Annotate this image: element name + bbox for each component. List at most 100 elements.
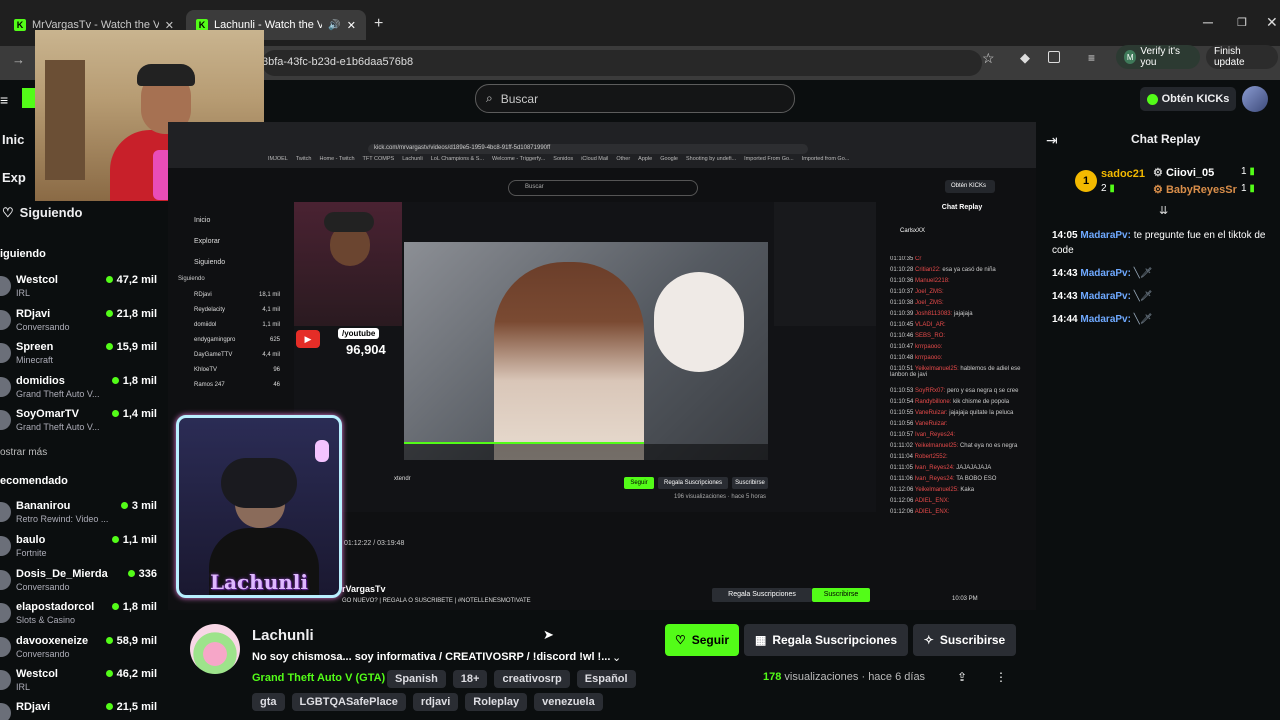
inner-browser-chrome: kick.com/mrvargastv/videos/d189e5-1959-4… [168,122,1036,156]
webcam-hair [221,458,297,508]
chat-time: 01:10:39 [890,311,914,317]
heart-icon: ♡ [674,633,686,647]
video-player[interactable]: kick.com/mrvargastv/videos/d189e5-1959-4… [168,122,1036,610]
more-options-icon[interactable]: ⋮ [995,670,1007,684]
chat-user: Yeikelmanuel25: [914,443,959,449]
tag[interactable]: venezuela [534,693,603,711]
gift-subs-button[interactable]: ▦ Regala Suscripciones [744,624,908,656]
tag[interactable]: Spanish [387,670,446,688]
kick-logo[interactable] [22,88,36,108]
inner-chat-line: 01:10:51 Yeikelmanuel25: hablemos de adi… [890,366,1034,388]
menu-icon[interactable]: ≡ [0,92,8,108]
inner-following-heading: Siguiendo [178,276,205,282]
extension-diamond-icon[interactable]: ◆ [1020,50,1030,66]
inner-title: GO NUEVO? | REGALA O SUSCRIBETE | #NOTEL… [342,598,531,604]
finish-update-button[interactable]: Finish update [1206,45,1278,69]
url-field[interactable]: 3bfa-43fc-b23d-e1b6daa576b8 [262,50,982,76]
viewer-count-value: 1,4 mil [122,408,157,420]
channel-category: IRL [16,682,31,692]
close-window-icon[interactable]: ✕ [1266,14,1278,31]
chat-user[interactable]: MadaraPv: [1080,230,1131,241]
chevron-down-icon[interactable]: ⌄ [612,651,621,664]
bookmark: Twitch [295,156,312,162]
sidebar-item-domidios[interactable]: domidios Grand Theft Auto V... 1,8 mil [0,371,165,405]
inner-chat-line: 01:12:06 ADIEL_ENX: [890,498,1034,509]
tag[interactable]: gta [252,693,285,711]
share-icon[interactable]: ⇪ [957,670,967,684]
extensions-puzzle-icon[interactable] [1048,51,1060,63]
new-tab-button[interactable]: + [374,15,383,33]
viewer-count: 1,4 mil [111,408,157,420]
youtube-handle: /youtube [338,328,380,339]
viewer-count: 1,8 mil [111,601,157,613]
inner-channel: rVargasTv [342,584,386,594]
third-gifter-name: BabyReyesSr [1165,184,1237,196]
sidebar-item-soyomartv[interactable]: SoyOmarTV Grand Theft Auto V... 1,4 mil [0,404,165,438]
forward-icon[interactable]: → [12,52,25,67]
chat-user[interactable]: MadaraPv: [1080,291,1131,302]
follow-button[interactable]: ♡ Seguir [665,624,739,656]
nav-explore[interactable]: Exp [2,170,26,185]
sidebar-item-spreen[interactable]: Spreen Minecraft 15,9 mil [0,337,165,371]
tag[interactable]: LGBTQASafePlace [291,693,406,711]
sidebar-item-rdjavi[interactable]: RDjavi Conversando 21,8 mil [0,304,165,338]
sidebar-item-westcol-2[interactable]: Westcol IRL 46,2 mil [0,664,165,698]
webcam-nameplate: Lachunli [209,570,309,594]
chat-time: 01:10:55 [890,410,914,416]
chat-time: 01:10:46 [890,333,914,339]
inner-chat-line: 01:10:48 krrrpaooo: [890,355,1034,366]
inner-chat-line: 01:10:46 SEBS_RO: [890,333,1034,344]
nested-gift-button: Regala Suscripciones [658,477,728,489]
tag[interactable]: Roleplay [465,693,528,711]
get-kicks-button[interactable]: Obtén KICKs [1140,87,1236,111]
show-more-link[interactable]: ostrar más [0,447,47,458]
cap [137,64,195,86]
avatar [0,310,11,330]
sidebar-item-dosis[interactable]: Dosis_De_Mierda Conversando 336 [0,564,165,598]
expand-leaderboard-icon[interactable]: ⇊ [1159,204,1168,217]
avatar [0,603,11,623]
inner-following-item: KhloeTV 96 [194,363,280,378]
media-control-icon[interactable]: ≡ [1088,51,1095,65]
sidebar-item-davooxeneize[interactable]: davooxeneize Conversando 58,9 mil [0,631,165,665]
inner-following-count: 4,4 mil [262,352,280,358]
bookmark: Sonidos [553,156,574,162]
streamer-avatar[interactable] [190,624,240,674]
close-icon[interactable]: ✕ [347,19,356,32]
chat-user: Ivan_Reyes24: [914,476,955,482]
tag[interactable]: 18+ [452,670,488,688]
chat-user[interactable]: MadaraPv: [1080,268,1131,279]
woman-figure [494,262,644,460]
bookmark-star-icon[interactable]: ☆ [982,50,995,67]
subscribe-label: Suscribirse [939,633,1006,647]
chat-user[interactable]: MadaraPv: [1080,314,1131,325]
heart-icon: ♡ [2,205,14,220]
channel-name: davooxeneize [16,635,89,647]
category-link[interactable]: Grand Theft Auto V (GTA) [252,672,385,684]
inner-nav-item: Siguiendo [194,259,226,266]
sidebar-item-bananirou[interactable]: Bananirou Retro Rewind: Video ... 3 mil [0,496,165,530]
sidebar-item-westcol[interactable]: Westcol IRL 47,2 mil [0,270,165,304]
inner-following-count: 18,1 mil [258,292,280,298]
speaker-icon[interactable]: 🔊 [328,20,340,31]
avatar [0,377,11,397]
minimize-icon[interactable]: ─ [1203,14,1213,30]
subscribe-button[interactable]: ✧ Suscribirse [913,624,1016,656]
maximize-icon[interactable]: ❐ [1237,16,1247,29]
nav-following[interactable]: ♡ Siguiendo [2,205,83,221]
chat-user: ADIEL_ENX: [914,509,950,515]
nav-home[interactable]: Inic [2,132,24,147]
search-input[interactable]: ⌕ Buscar [475,84,795,113]
tag[interactable]: Español [576,670,636,688]
collapse-chat-icon[interactable]: ⇥ [1046,132,1058,149]
tag[interactable]: rdjavi [412,693,459,711]
chat-user: ADIEL_ENX: [914,498,950,504]
inner-following-name: Ramos 247 [194,382,225,388]
streamer-name[interactable]: Lachunli [252,627,314,644]
user-avatar[interactable] [1242,86,1268,112]
sidebar-item-rdjavi-2[interactable]: RDjavi 21,5 mil [0,697,165,720]
sidebar-item-elapostadorcol[interactable]: elapostadorcol Slots & Casino 1,8 mil [0,597,165,631]
verify-identity-button[interactable]: M Verify it's you [1116,45,1200,69]
tag[interactable]: creativosrp [494,670,570,688]
sidebar-item-baulo[interactable]: baulo Fortnite 1,1 mil [0,530,165,564]
